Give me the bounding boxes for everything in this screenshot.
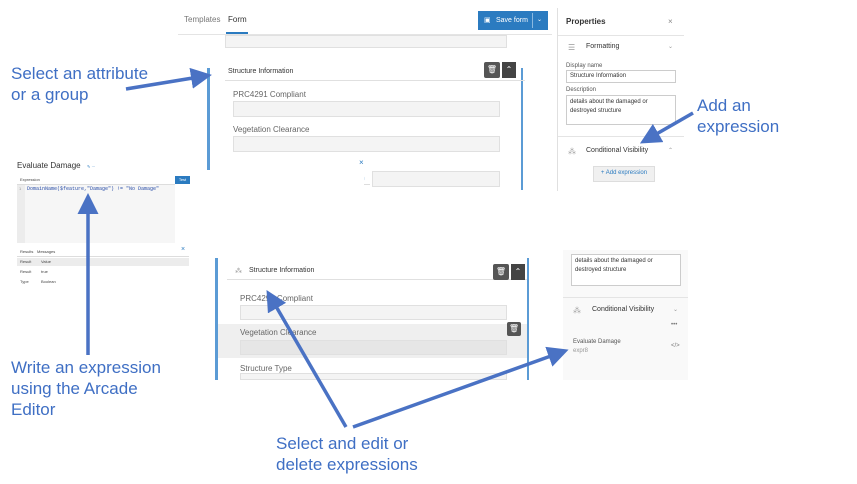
annotation-arrows	[77, 67, 694, 429]
arrow-to-form-group	[266, 289, 348, 428]
arrow-to-group	[125, 67, 212, 91]
arrow-to-add-expression	[639, 111, 694, 144]
arrow-to-expression-item	[352, 346, 569, 429]
